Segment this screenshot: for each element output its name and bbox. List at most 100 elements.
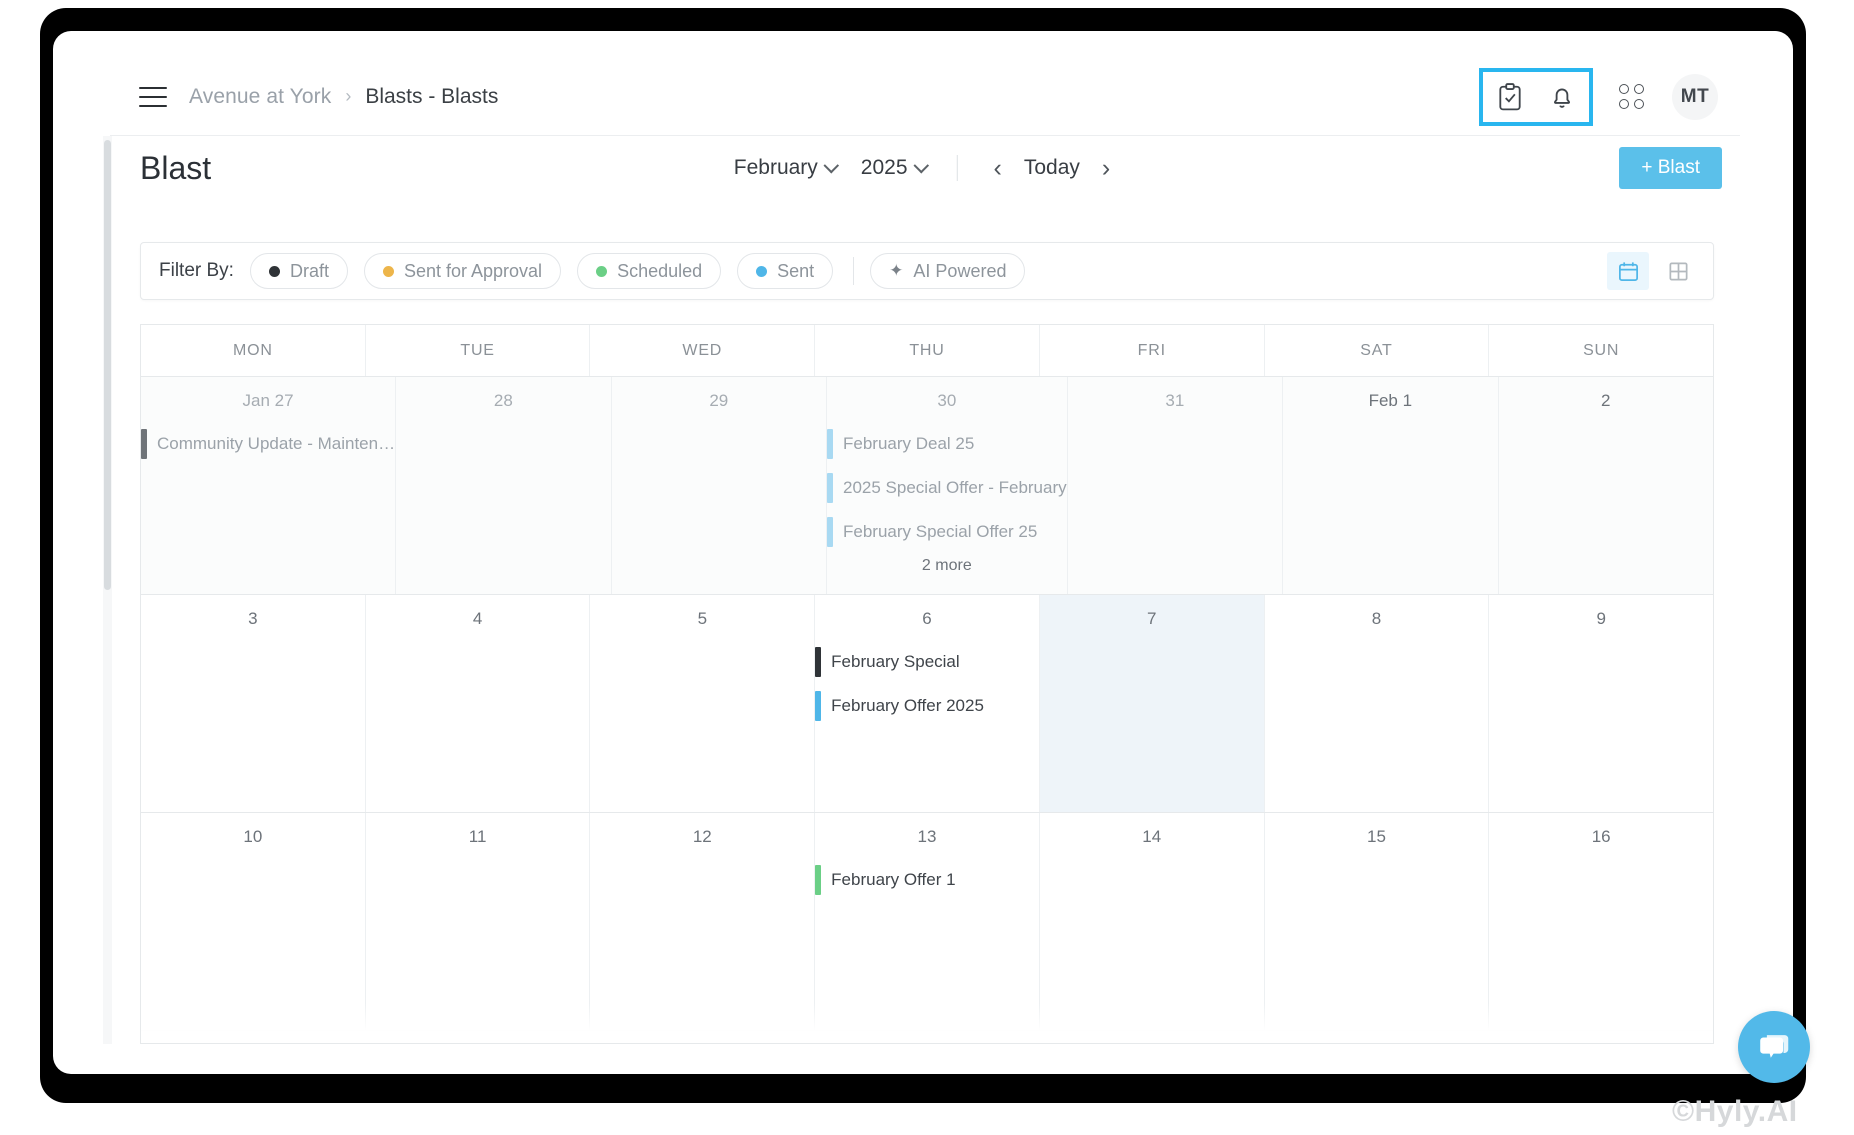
calendar-day-cell[interactable]: 19 [590,1031,816,1043]
breadcrumb-page: Blasts - Blasts [365,84,499,108]
calendar-event[interactable]: Community Update - Mainten… [141,425,395,463]
event-status-bar [815,691,822,721]
day-number: 2 [1601,391,1611,410]
clipboard-check-icon[interactable] [1495,82,1525,112]
calendar-day-cell[interactable]: 21 [1040,1031,1265,1043]
calendar-day-cell[interactable]: 2 [1498,377,1713,594]
calendar-day-cell[interactable]: 3 [141,595,366,812]
calendar-day-cell[interactable]: 5 [590,595,816,812]
calendar-day-cell[interactable]: Feb 1 [1283,377,1499,594]
calendar-day-cell[interactable]: 8 [1265,595,1490,812]
year-selector[interactable]: 2025 [860,156,929,180]
event-status-bar [827,517,833,547]
filter-chip-list: Draft Sent for Approval Scheduled Sent ✦ AI P… [234,253,1026,289]
calendar-day-cell[interactable]: 12 [590,813,816,1030]
calendar-day-cell[interactable]: 16 [1489,813,1713,1030]
day-number: 15 [1366,827,1386,846]
calendar-day-cell[interactable]: 22 [1265,1031,1490,1043]
event-status-bar [141,429,147,459]
calendar-day-cell[interactable]: 4 [366,595,591,812]
add-blast-button[interactable]: + Blast [1619,147,1722,189]
calendar-day-cell[interactable]: 31 [1067,377,1284,594]
prev-period-button[interactable]: ‹ [988,155,1008,181]
calendar-week-row: 17181920212223 [141,1030,1713,1043]
weekday-header-wed: WED [590,325,816,376]
event-status-bar [815,647,822,677]
today-button[interactable]: Today [1024,156,1080,180]
view-toggle-group [1607,252,1699,290]
nav-divider [956,155,958,181]
page-header-row: Blast February 2025 ‹ Today › + Blast [110,136,1740,200]
apps-grid-icon[interactable] [1619,84,1644,109]
breadcrumb-separator: › [345,86,352,106]
day-event-list: February Deal 25 2025 Special Offer - Feb… [827,425,1067,551]
page-title: Blast [140,149,212,186]
filter-chip-draft[interactable]: Draft [249,253,348,289]
breadcrumb-org[interactable]: Avenue at York [189,85,331,109]
weekday-header-fri: FRI [1040,325,1265,376]
status-dot-icon [756,265,768,277]
more-events-link[interactable]: 2 more [827,557,1067,575]
hamburger-icon[interactable] [139,86,167,107]
watermark: ©Hyly.AI [1672,1095,1798,1128]
calendar-event[interactable]: February Deal 25 [827,425,1067,463]
calendar-day-cell[interactable]: 11 [366,813,591,1030]
day-number: 9 [1596,609,1606,628]
calendar-day-cell[interactable]: 30 February Deal 25 2025 Special Offer - F… [827,377,1068,594]
month-value: February [733,156,818,179]
day-number: 7 [1147,609,1157,628]
calendar-event[interactable]: February Special Offer 25 [827,513,1067,551]
status-dot-icon [268,265,280,277]
day-number: 10 [243,827,263,846]
date-navigation: February 2025 ‹ Today › [734,155,1116,181]
calendar-day-cell[interactable]: 10 [141,813,366,1030]
calendar-day-cell[interactable]: 13 February Offer 1 [815,813,1040,1030]
day-event-list: February Offer 1 [815,861,1039,899]
filter-chip-sent-for-approval[interactable]: Sent for Approval [363,253,562,289]
filter-chip-scheduled[interactable]: Scheduled [577,253,722,289]
page-scrollbar-thumb[interactable] [104,140,111,590]
day-number: 8 [1371,609,1382,628]
calendar-day-cell[interactable]: 23 [1489,1031,1713,1043]
filter-chip-sent[interactable]: Sent [737,253,834,289]
bell-icon[interactable] [1547,82,1577,112]
calendar-day-cell[interactable]: 17 [141,1031,366,1043]
calendar-day-cell[interactable]: 29 [611,377,827,594]
calendar-day-cell[interactable]: 18 [366,1031,591,1043]
calendar-day-cell[interactable]: 7 [1039,595,1265,812]
year-value: 2025 [860,156,908,179]
grid-view-icon[interactable] [1657,252,1699,290]
calendar-event[interactable]: February Offer 2025 [815,687,1039,725]
day-number: 11 [468,827,487,846]
next-period-button[interactable]: › [1096,155,1116,181]
calendar-day-cell[interactable]: 14 [1040,813,1265,1030]
event-title: February Special Offer 25 [843,522,1038,541]
month-selector[interactable]: February [733,156,840,180]
weekday-header-thu: THU [815,325,1040,376]
calendar-event[interactable]: 2025 Special Offer - February [827,469,1067,507]
calendar-day-cell[interactable]: 28 [396,377,612,594]
top-navigation-bar: Avenue at York › Blasts - Blasts MT [110,58,1740,136]
calendar-weeks: Jan 27 Community Update - Mainten… 28 29 30 F… [141,376,1713,1043]
calendar-day-cell[interactable]: 15 [1265,813,1490,1030]
calendar-day-cell[interactable]: 6 February Special February Offer 2025 [815,595,1040,812]
weekday-header-sat: SAT [1265,325,1490,376]
calendar-day-cell[interactable]: Jan 27 Community Update - Mainten… [141,377,397,594]
calendar-day-cell[interactable]: 9 [1489,595,1713,812]
calendar-event[interactable]: February Special [815,643,1039,681]
filter-chip-ai-powered[interactable]: ✦ AI Powered [870,253,1026,289]
calendar-week-row: Jan 27 Community Update - Mainten… 28 29 30 F… [141,376,1713,594]
day-number: 14 [1142,827,1162,846]
day-number: 3 [248,609,258,628]
day-number: 28 [493,391,513,410]
calendar-view-icon[interactable] [1607,252,1649,290]
calendar-day-cell[interactable]: 20 [815,1031,1040,1043]
event-title: February Special [831,652,960,671]
top-bar-actions: MT [1479,67,1718,126]
day-number: 30 [937,391,957,410]
chat-bubble-icon[interactable] [1738,1011,1810,1083]
filter-chip-label: Sent [777,260,815,281]
calendar-event[interactable]: February Offer 1 [815,861,1039,899]
filter-chip-label: Sent for Approval [403,260,543,281]
avatar[interactable]: MT [1672,73,1718,120]
